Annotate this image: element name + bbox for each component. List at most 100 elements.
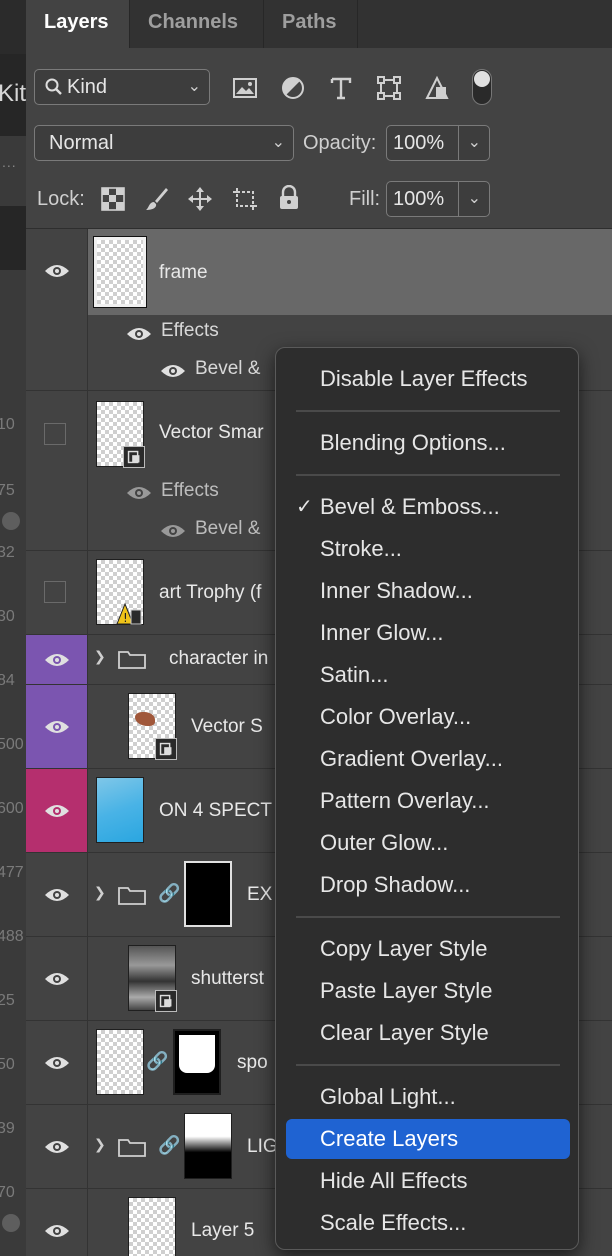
menu-item-stroke[interactable]: Stroke...	[286, 529, 570, 569]
eye-icon[interactable]	[160, 523, 186, 539]
menu-item-scale-effects[interactable]: Scale Effects...	[286, 1203, 570, 1243]
lock-label: Lock:	[37, 188, 85, 210]
opacity-field[interactable]: 100% ⌄	[386, 125, 490, 161]
chevron-down-icon[interactable]: ❯	[94, 1136, 106, 1153]
menu-item-inner-glow[interactable]: Inner Glow...	[286, 613, 570, 653]
eye-icon[interactable]	[126, 485, 152, 501]
menu-separator	[296, 410, 560, 412]
layer-name[interactable]: spo	[237, 1052, 268, 1074]
eye-icon[interactable]	[126, 326, 152, 342]
layer-mask-thumbnail	[184, 1113, 232, 1179]
menu-item-outer-glow[interactable]: Outer Glow...	[286, 823, 570, 863]
lock-image-pixels-icon[interactable]	[144, 186, 170, 212]
layer-thumbnail	[93, 236, 147, 308]
link-icon[interactable]: 🔗	[158, 883, 180, 904]
eye-icon[interactable]	[44, 887, 70, 903]
layer-name[interactable]: art Trophy (f	[159, 582, 261, 604]
eye-icon[interactable]	[44, 803, 70, 819]
lock-artboard-icon[interactable]	[231, 186, 259, 212]
menu-item-bevel-emboss[interactable]: ✓ Bevel & Emboss...	[286, 487, 570, 527]
adjacent-panel-dots: ...	[2, 154, 17, 170]
menu-item-copy-layer-style[interactable]: Copy Layer Style	[286, 929, 570, 969]
chevron-down-icon[interactable]: ❯	[94, 648, 106, 665]
visibility-checkbox[interactable]	[44, 423, 66, 445]
eye-icon[interactable]	[44, 971, 70, 987]
menu-item-disable-layer-effects[interactable]: Disable Layer Effects	[286, 359, 570, 399]
menu-item-satin[interactable]: Satin...	[286, 655, 570, 695]
lock-all-icon[interactable]	[277, 185, 301, 211]
menu-item-blending-options[interactable]: Blending Options...	[286, 423, 570, 463]
layer-name[interactable]: Layer 5	[191, 1220, 254, 1242]
layer-visibility-column	[26, 229, 88, 390]
menu-item-clear-layer-style[interactable]: Clear Layer Style	[286, 1013, 570, 1053]
adjustment-filter-icon[interactable]	[279, 74, 307, 102]
menu-item-paste-layer-style[interactable]: Paste Layer Style	[286, 971, 570, 1011]
menu-separator	[296, 916, 560, 918]
shape-filter-icon[interactable]	[375, 74, 403, 102]
image-filter-icon[interactable]	[231, 74, 259, 102]
chevron-down-icon[interactable]: ❯	[94, 884, 106, 901]
checkmark-icon: ✓	[296, 496, 313, 518]
svg-text:!: !	[123, 611, 128, 625]
eye-icon[interactable]	[44, 1055, 70, 1071]
warning-icon: !	[115, 602, 143, 626]
blend-mode-dropdown[interactable]: Normal ⌄	[34, 125, 294, 161]
menu-item-color-overlay[interactable]: Color Overlay...	[286, 697, 570, 737]
brush-size-number: 70	[0, 1184, 15, 1201]
lock-position-icon[interactable]	[187, 186, 213, 212]
link-icon[interactable]: 🔗	[158, 1135, 180, 1156]
chevron-down-icon[interactable]: ⌄	[468, 126, 481, 160]
eye-icon[interactable]	[44, 263, 70, 279]
tab-layers[interactable]: Layers	[26, 0, 130, 48]
type-filter-icon[interactable]	[327, 74, 355, 102]
fill-field[interactable]: 100% ⌄	[386, 181, 490, 217]
lock-transparent-pixels-icon[interactable]	[100, 186, 126, 212]
smart-object-filter-icon[interactable]	[423, 74, 451, 102]
filter-kind-label: Kind	[67, 76, 108, 98]
brush-size-number: 84	[0, 672, 15, 689]
filter-kind-dropdown[interactable]: Kind ⌄	[34, 69, 210, 105]
layer-name[interactable]: Vector S	[191, 716, 263, 738]
link-icon[interactable]: 🔗	[146, 1051, 168, 1072]
layer-name[interactable]: LIG	[247, 1136, 278, 1158]
eye-icon[interactable]	[44, 1139, 70, 1155]
tab-channels[interactable]: Channels	[130, 0, 264, 48]
layer-name[interactable]: shutterst	[191, 968, 264, 990]
eye-icon[interactable]	[44, 719, 70, 735]
brush-preset-icon[interactable]	[2, 1214, 20, 1232]
field-separator	[458, 126, 459, 160]
layer-thumbnail	[128, 945, 177, 1012]
menu-item-hide-all-effects[interactable]: Hide All Effects	[286, 1161, 570, 1201]
visibility-checkbox[interactable]	[44, 581, 66, 603]
layer-name[interactable]: EX	[247, 884, 272, 906]
fill-value: 100%	[393, 188, 445, 210]
filter-toggle-icon[interactable]	[472, 69, 492, 105]
layer-mask-thumbnail	[173, 1029, 221, 1095]
menu-item-pattern-overlay[interactable]: Pattern Overlay...	[286, 781, 570, 821]
layer-name[interactable]: ON 4 SPECT	[159, 800, 272, 822]
eye-icon[interactable]	[44, 1223, 70, 1239]
layer-name[interactable]: character in	[169, 648, 268, 670]
tab-paths[interactable]: Paths	[264, 0, 358, 48]
brush-size-number: 30	[0, 608, 15, 625]
menu-item-inner-shadow[interactable]: Inner Shadow...	[286, 571, 570, 611]
effect-item[interactable]: Bevel &	[195, 518, 260, 540]
menu-item-global-light[interactable]: Global Light...	[286, 1077, 570, 1117]
menu-item-create-layers[interactable]: Create Layers	[286, 1119, 570, 1159]
brush-size-number: 488	[0, 928, 24, 945]
adjacent-panel-top	[0, 0, 26, 54]
adjacent-panel-title: Kit	[0, 80, 26, 107]
layer-name[interactable]: frame	[159, 262, 208, 284]
effects-label: Effects	[161, 320, 219, 341]
menu-item-drop-shadow[interactable]: Drop Shadow...	[286, 865, 570, 905]
layer-name[interactable]: Vector Smar	[159, 422, 264, 444]
menu-item-gradient-overlay[interactable]: Gradient Overlay...	[286, 739, 570, 779]
brush-preset-icon[interactable]	[2, 512, 20, 530]
eye-icon[interactable]	[160, 363, 186, 379]
chevron-down-icon[interactable]: ⌄	[468, 182, 481, 216]
chevron-down-icon: ⌄	[271, 134, 285, 151]
effect-item[interactable]: Bevel &	[195, 358, 260, 380]
menu-item-label: Bevel & Emboss...	[320, 494, 500, 519]
eye-icon[interactable]	[44, 652, 70, 668]
brush-size-number: 477	[0, 864, 24, 881]
